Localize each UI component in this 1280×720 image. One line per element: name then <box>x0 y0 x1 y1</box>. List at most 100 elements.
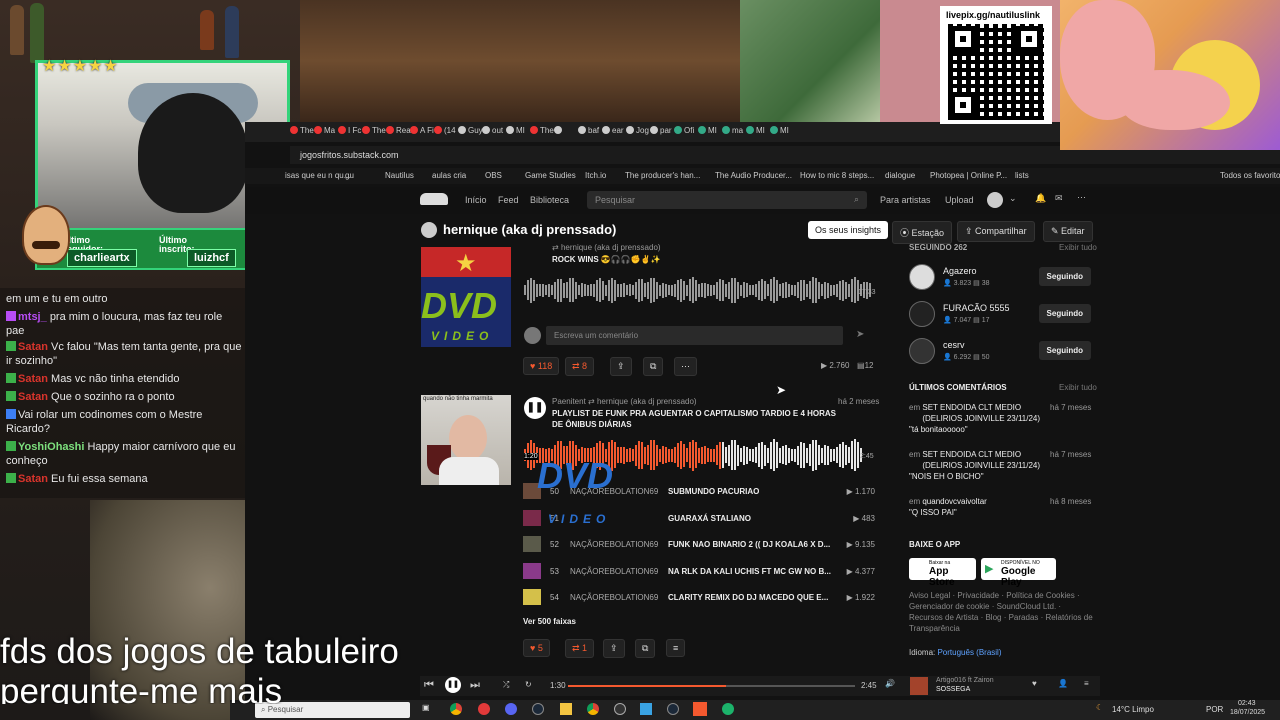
browser-tab[interactable]: (14 <box>434 126 456 140</box>
track-thumbnail[interactable] <box>523 509 541 526</box>
recent-comment[interactable]: em SET ENDOIDA CLT MEDIO (DELIRIOS JOINV… <box>909 402 1095 435</box>
bookmark-item[interactable]: aulas cria <box>432 171 466 180</box>
nav-library[interactable]: Biblioteca <box>530 195 569 205</box>
pause-button[interactable]: ❚❚ <box>524 397 546 419</box>
track2-artwork[interactable]: quando não tinha marmita <box>421 395 511 485</box>
google-play-button[interactable]: ▶ DISPONÍVEL NO Google Play <box>981 558 1056 588</box>
copy-link-icon[interactable]: ⧉ <box>643 357 664 376</box>
following-user[interactable]: Agazero 👤 3.823 ▤ 38 Seguindo <box>907 264 1097 294</box>
recent-comment[interactable]: em quandovcvaivoltar há 8 meses "Q ISSO PA… <box>909 496 1095 518</box>
following-user[interactable]: cesrv 👤 6.292 ▤ 50 Seguindo <box>907 338 1097 368</box>
track2-title[interactable]: PLAYLIST DE FUNK PRA AGUENTAR O CAPITALI… <box>552 408 842 430</box>
user-avatar[interactable] <box>909 301 935 327</box>
steam-icon-2[interactable] <box>667 703 679 715</box>
insights-button[interactable]: Os seus insights <box>808 221 889 239</box>
edit-button[interactable]: ✎ Editar <box>1043 221 1093 242</box>
bookmark-item[interactable]: Photopea | Online P... <box>930 171 1007 180</box>
language-value[interactable]: Português (Brasil) <box>937 648 1001 657</box>
taskbar-search[interactable]: ⌕ Pesquisar <box>255 702 410 718</box>
discord-icon[interactable] <box>505 703 517 715</box>
app-icon[interactable] <box>640 703 652 715</box>
progress-bar[interactable] <box>568 685 855 687</box>
playlist-row[interactable]: 52 NAÇÃOREBOLATION69 FUNK NAO BINARIO 2 ((… <box>523 536 875 554</box>
comments-view-all[interactable]: Exibir tudo <box>1059 383 1097 392</box>
for-artists-link[interactable]: Para artistas <box>880 195 931 205</box>
explorer-icon[interactable] <box>560 703 572 715</box>
track-thumbnail[interactable] <box>523 536 541 553</box>
track-thumbnail[interactable] <box>523 589 541 606</box>
next-icon[interactable]: ⏭ <box>470 679 480 692</box>
follow-user-icon[interactable]: 👤 <box>1058 679 1068 688</box>
user-name[interactable]: cesrv <box>943 340 965 350</box>
browser-tab[interactable]: MI <box>770 126 789 140</box>
browser-tab[interactable]: The <box>362 126 386 140</box>
soundcloud-logo-icon[interactable] <box>420 193 448 205</box>
task-view-icon[interactable]: ▣ <box>422 703 430 712</box>
weather-text[interactable]: 14°C Limpo <box>1112 705 1154 714</box>
track1-reposter[interactable]: ⇄ hernique (aka dj prenssado) <box>552 243 661 252</box>
app-icon-2[interactable] <box>722 703 734 715</box>
repost-button[interactable]: ⇄ 8 <box>565 357 595 376</box>
bookmark-item[interactable]: The Audio Producer... <box>715 171 792 180</box>
browser-tab[interactable]: Ma <box>314 126 335 140</box>
browser-tab[interactable]: Jog <box>626 126 649 140</box>
share-button[interactable]: ⇪ Compartilhar <box>957 221 1035 242</box>
bookmark-item[interactable]: OBS <box>485 171 502 180</box>
browser-tab[interactable]: MI <box>746 126 765 140</box>
track-title[interactable]: NA RLK DA KALI UCHIS FT MC GW NO B... <box>668 567 831 576</box>
playlist-row[interactable]: 53 NAÇÃOREBOLATION69 NA RLK DA KALI UCHIS … <box>523 562 875 581</box>
profile-avatar[interactable] <box>987 192 1003 208</box>
nav-home[interactable]: Início <box>465 195 487 205</box>
more-icon[interactable]: ⋯ <box>1077 192 1086 203</box>
track-title[interactable]: FUNK NAO BINARIO 2 (( DJ KOALA6 X D... <box>668 540 830 549</box>
clock-date[interactable]: 18/07/2025 <box>1230 709 1265 716</box>
track1-artwork[interactable]: ★ DVD VIDEO <box>421 247 511 347</box>
following-button[interactable]: Seguindo <box>1038 341 1091 360</box>
chevron-down-icon[interactable]: ⌄ <box>1009 193 1017 204</box>
comment-track[interactable]: quandovcvaivoltar <box>922 496 1042 507</box>
browser-tab[interactable]: The <box>530 126 554 140</box>
track-title[interactable]: GUARAXÁ STALIANO <box>668 514 751 523</box>
steam-icon[interactable] <box>532 703 544 715</box>
browser-tab[interactable]: out <box>482 126 503 140</box>
messages-icon[interactable]: ✉ <box>1055 193 1063 204</box>
bookmark-item[interactable]: The producer's han... <box>625 171 700 180</box>
following-button[interactable]: Seguindo <box>1038 267 1091 286</box>
bookmark-item[interactable]: dialogue <box>885 171 915 180</box>
queue-icon[interactable]: ≡ <box>1084 679 1089 688</box>
profile-avatar-small[interactable] <box>421 222 437 238</box>
bookmark-item[interactable]: How to mic 8 steps... <box>800 171 874 180</box>
footer-links[interactable]: Aviso Legal · Privacidade · Política de … <box>909 590 1094 634</box>
browser-tab[interactable]: A Fi <box>410 126 434 140</box>
following-button[interactable]: Seguindo <box>1038 304 1091 323</box>
search-input[interactable]: Pesquisar ⌕ <box>587 191 867 209</box>
chrome-icon[interactable] <box>450 703 462 715</box>
track-artist[interactable]: NAÇÃOREBOLATION69 <box>570 593 658 602</box>
comment-input[interactable]: Escreva um comentário <box>546 326 843 345</box>
track1-title[interactable]: ROCK WINS 😎🎧🎧✊✌✨ <box>552 255 661 264</box>
notifications-icon[interactable]: 🔔 <box>1035 193 1046 204</box>
bookmark-item[interactable]: Itch.io <box>585 171 606 180</box>
track1-waveform[interactable] <box>524 275 874 305</box>
comment-track[interactable]: SET ENDOIDA CLT MEDIO (DELIRIOS JOINVILL… <box>922 402 1042 424</box>
browser-tab[interactable]: MI <box>698 126 717 140</box>
now-playing-track[interactable]: SOSSEGA <box>936 686 970 693</box>
browser-tab[interactable]: The <box>290 126 314 140</box>
vivaldi-icon[interactable] <box>478 703 490 715</box>
browser-tab[interactable]: Rea <box>386 126 411 140</box>
browser-tab[interactable]: ear <box>602 126 624 140</box>
app-store-button[interactable]: Baixar na App Store <box>909 558 976 588</box>
track2-uploader-line[interactable]: Paenitent ⇄ hernique (aka dj prenssado) <box>552 397 697 406</box>
language-indicator[interactable]: POR <box>1206 705 1223 714</box>
share-icon[interactable]: ⇪ <box>603 639 625 658</box>
playlist-row[interactable]: 54 NAÇÃOREBOLATION69 CLARITY REMIX DO DJ M… <box>523 589 875 607</box>
nav-feed[interactable]: Feed <box>498 195 519 205</box>
track-artist[interactable]: NAÇÃOREBOLATION69 <box>570 567 658 576</box>
share-icon[interactable]: ⇪ <box>610 357 632 376</box>
comment-track[interactable]: SET ENDOIDA CLT MEDIO (DELIRIOS JOINVILL… <box>922 449 1042 471</box>
track-title[interactable]: SUBMUNDO PACURIAO <box>668 487 759 496</box>
add-to-queue-icon[interactable]: ≡ <box>666 639 686 657</box>
like-icon[interactable]: ♥ <box>1032 679 1037 688</box>
user-name[interactable]: Agazero <box>943 266 977 276</box>
soundcloud-app-icon[interactable] <box>693 702 707 716</box>
